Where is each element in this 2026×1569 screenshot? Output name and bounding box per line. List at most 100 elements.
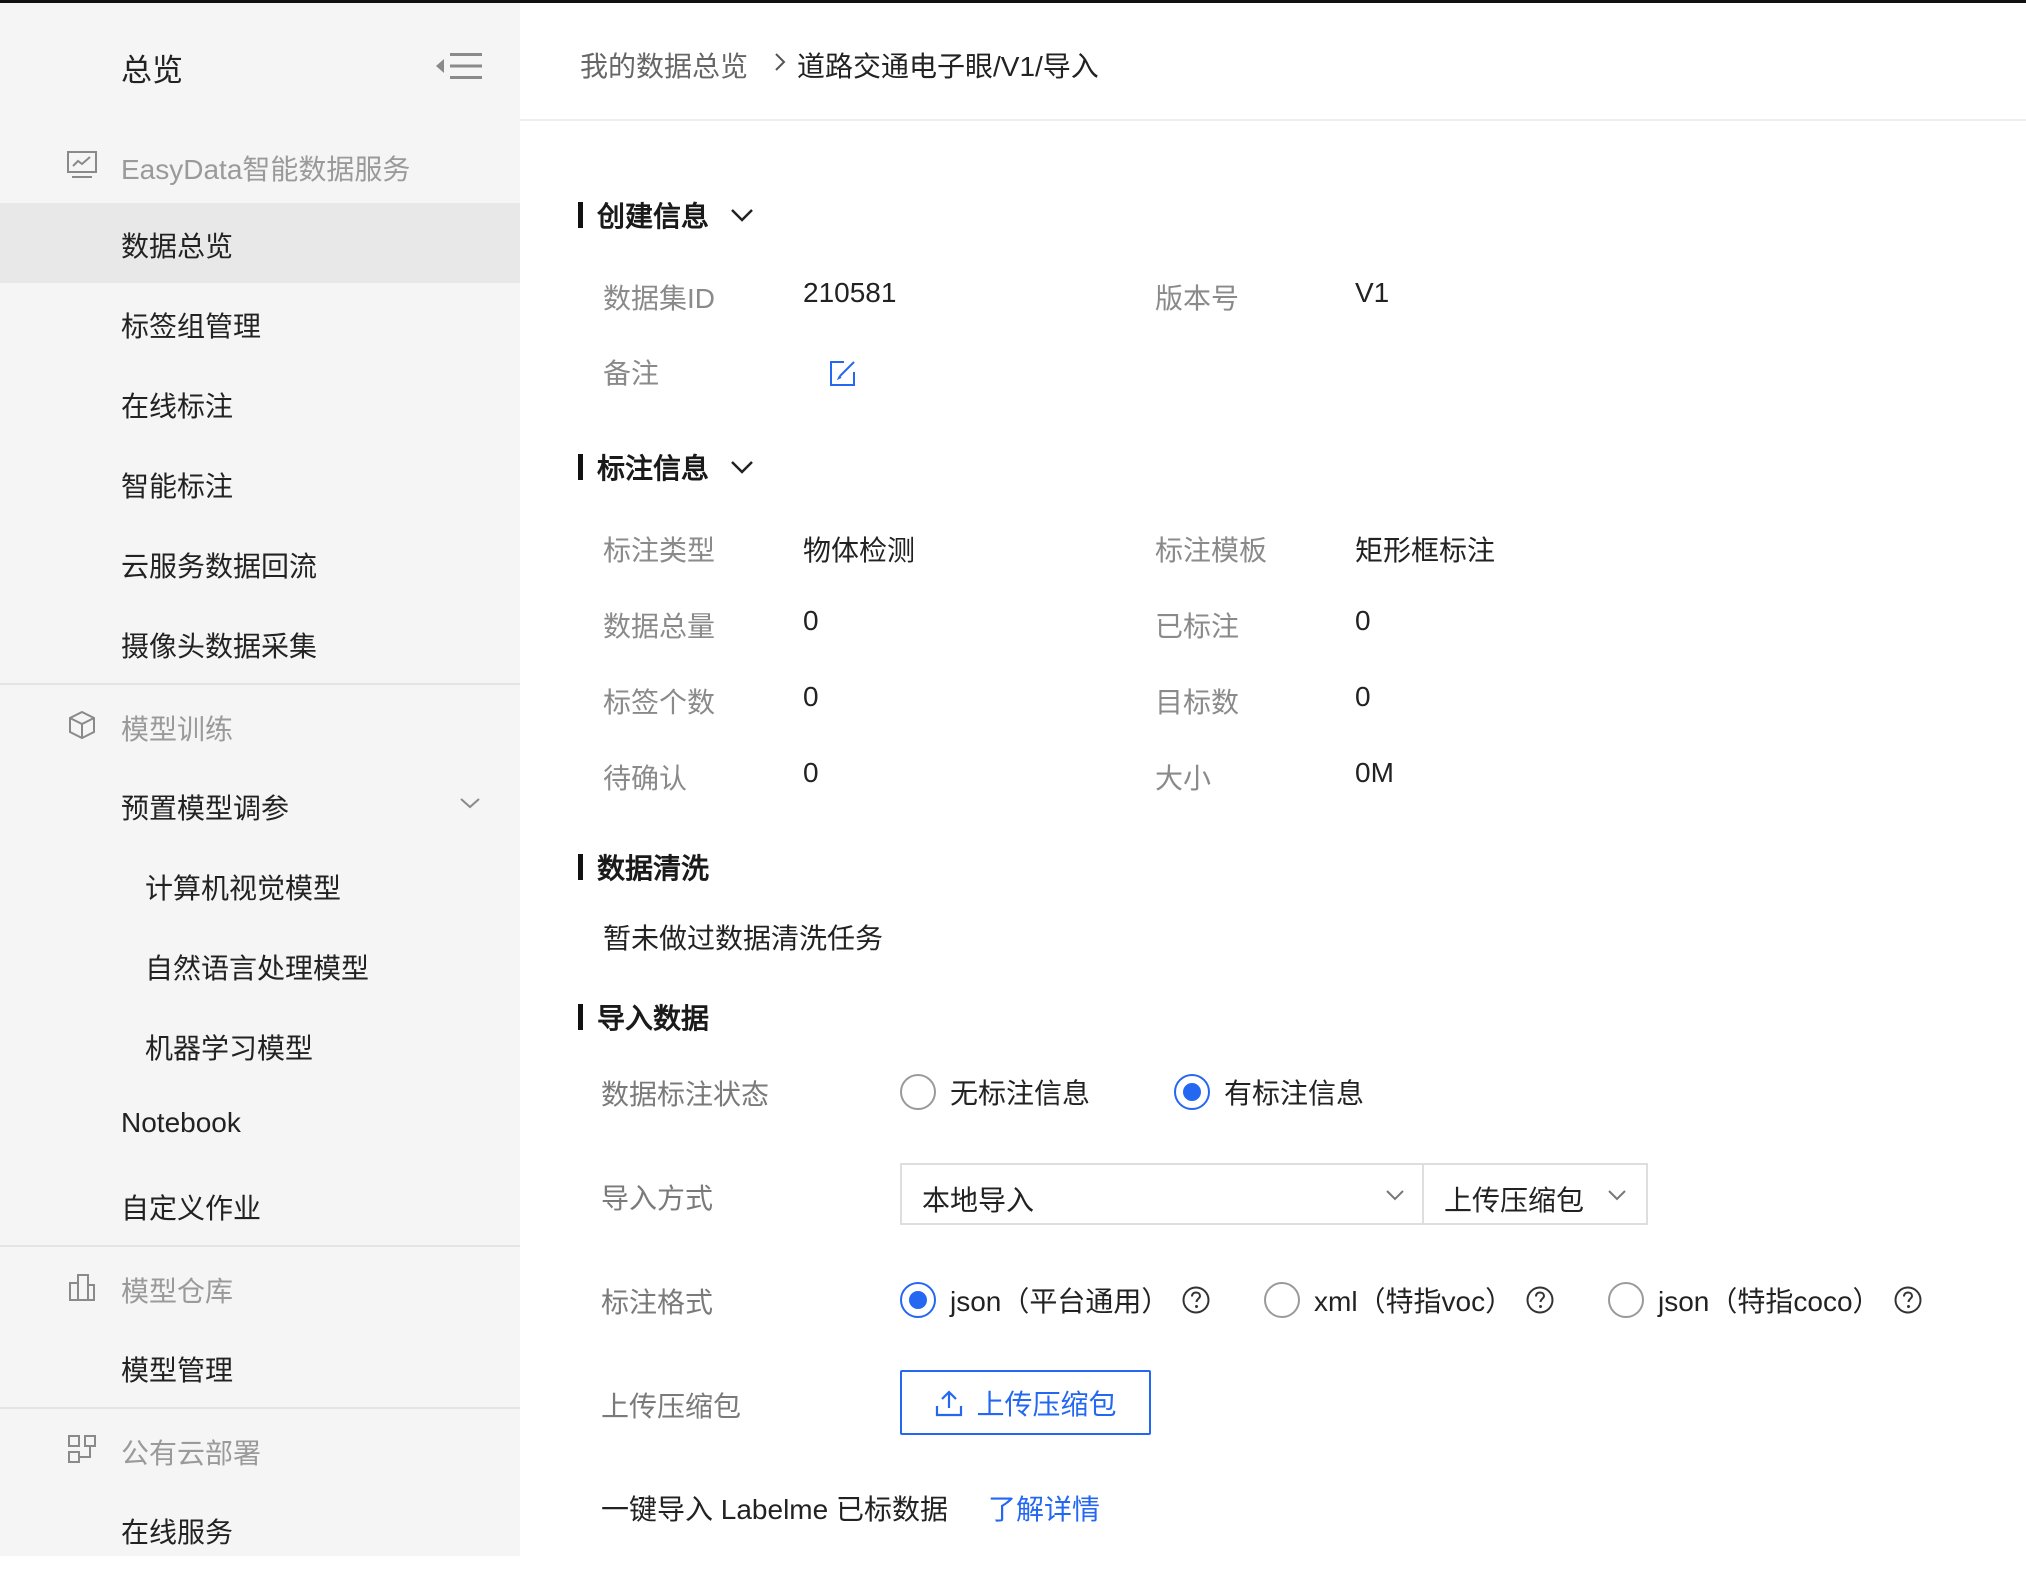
- breadcrumb-parent-link[interactable]: 我的数据总览: [580, 45, 748, 85]
- chevron-down-icon[interactable]: [729, 458, 755, 476]
- sidebar-item-cv-model[interactable]: 计算机视觉模型: [0, 845, 520, 925]
- section-marker: [578, 1004, 583, 1030]
- radio-circle[interactable]: [900, 1282, 936, 1318]
- sidebar-item-label: 摄像头数据采集: [121, 631, 318, 662]
- radio-circle[interactable]: [900, 1074, 936, 1110]
- sidebar: 总览 EasyData智能数据服务 数据总览 标签组管理 在线标注 智能标注 云…: [0, 3, 520, 1556]
- sidebar-title: 总览: [121, 53, 183, 88]
- sidebar-item-notebook[interactable]: Notebook: [0, 1085, 520, 1165]
- size-label: 大小: [1155, 763, 1212, 794]
- import-method-label: 导入方式: [601, 1183, 714, 1214]
- sidebar-item-online-label[interactable]: 在线标注: [0, 363, 520, 443]
- upload-type-select[interactable]: 上传压缩包: [1422, 1163, 1648, 1225]
- breadcrumb: 我的数据总览 道路交通电子眼/V1/导入: [520, 3, 2026, 121]
- section-title: 标注信息: [597, 453, 710, 484]
- sidebar-group-public-cloud: 公有云部署: [0, 1409, 520, 1489]
- sidebar-group-easydata: EasyData智能数据服务: [0, 125, 520, 205]
- sidebar-item-label: 在线服务: [121, 1517, 234, 1548]
- sidebar-item-online-service[interactable]: 在线服务: [0, 1489, 520, 1569]
- sidebar-group-label: EasyData智能数据服务: [121, 154, 411, 185]
- radio-has-label-info[interactable]: 有标注信息: [1174, 1072, 1364, 1112]
- edit-icon[interactable]: [828, 358, 858, 388]
- radio-circle[interactable]: [1608, 1282, 1644, 1318]
- cube-icon: [69, 710, 95, 740]
- radio-format-json-coco[interactable]: json（特指coco）: [1608, 1280, 1923, 1320]
- sidebar-item-preset-tuning[interactable]: 预置模型调参: [0, 765, 520, 845]
- cleaning-empty-text: 暂未做过数据清洗任务: [603, 923, 884, 954]
- help-icon[interactable]: [1525, 1285, 1555, 1315]
- label-status-label: 数据标注状态: [601, 1079, 770, 1110]
- size-value: 0M: [1355, 757, 1394, 788]
- section-marker: [578, 202, 583, 228]
- section-title: 导入数据: [597, 1003, 710, 1034]
- radio-format-xml-voc[interactable]: xml（特指voc）: [1264, 1280, 1555, 1320]
- radio-format-json-platform[interactable]: json（平台通用）: [900, 1280, 1211, 1320]
- collapse-menu-icon[interactable]: [432, 49, 484, 83]
- chevron-down-icon: [1386, 1190, 1404, 1201]
- label-template-value: 矩形框标注: [1355, 535, 1496, 566]
- chevron-down-icon[interactable]: [729, 206, 755, 224]
- section-marker: [578, 454, 583, 480]
- sidebar-item-data-overview[interactable]: 数据总览: [0, 203, 520, 283]
- data-total-label: 数据总量: [603, 611, 716, 642]
- sidebar-item-smart-label[interactable]: 智能标注: [0, 443, 520, 523]
- chevron-down-icon: [1608, 1190, 1626, 1201]
- labelme-import-text: 一键导入 Labelme 已标数据: [601, 1494, 948, 1525]
- learn-more-link[interactable]: 了解详情: [988, 1488, 1100, 1528]
- section-create-info: 创建信息: [578, 197, 755, 233]
- sidebar-item-ml-model[interactable]: 机器学习模型: [0, 1005, 520, 1085]
- sidebar-item-label: 云服务数据回流: [121, 551, 318, 582]
- sidebar-item-label: 模型管理: [121, 1355, 234, 1386]
- sidebar-item-custom-job[interactable]: 自定义作业: [0, 1165, 520, 1245]
- upload-package-button[interactable]: 上传压缩包: [900, 1370, 1151, 1435]
- import-method-select[interactable]: 本地导入: [900, 1163, 1424, 1225]
- label-type-value: 物体检测: [803, 535, 916, 566]
- pending-value: 0: [803, 757, 819, 788]
- sidebar-item-nlp-model[interactable]: 自然语言处理模型: [0, 925, 520, 1005]
- radio-circle[interactable]: [1174, 1074, 1210, 1110]
- section-label-info: 标注信息: [578, 449, 755, 485]
- radio-label: json（特指coco）: [1658, 1286, 1881, 1317]
- section-marker: [578, 854, 583, 880]
- sidebar-group-model-repo: 模型仓库: [0, 1247, 520, 1327]
- dataset-id-value: 210581: [803, 277, 897, 308]
- help-icon[interactable]: [1181, 1285, 1211, 1315]
- label-format-label: 标注格式: [601, 1287, 714, 1318]
- sidebar-item-label: 数据总览: [121, 231, 234, 262]
- sidebar-item-cloud-backflow[interactable]: 云服务数据回流: [0, 523, 520, 603]
- note-label: 备注: [603, 358, 660, 389]
- label-template-label: 标注模板: [1155, 535, 1268, 566]
- sidebar-item-label: 自然语言处理模型: [145, 953, 370, 984]
- help-icon[interactable]: [1893, 1285, 1923, 1315]
- sidebar-item-label-group[interactable]: 标签组管理: [0, 283, 520, 363]
- building-icon: [69, 1274, 95, 1301]
- pending-label: 待确认: [603, 763, 688, 794]
- section-title: 创建信息: [597, 201, 710, 232]
- radio-no-label-info[interactable]: 无标注信息: [900, 1072, 1090, 1112]
- radio-label: xml（特指voc）: [1314, 1286, 1514, 1317]
- radio-label: json（平台通用）: [950, 1286, 1170, 1317]
- section-cleaning: 数据清洗: [578, 849, 709, 885]
- tag-count-label: 标签个数: [603, 687, 716, 718]
- sidebar-header: 总览: [0, 3, 520, 121]
- upload-button-label: 上传压缩包: [976, 1388, 1117, 1420]
- section-import: 导入数据: [578, 999, 709, 1035]
- data-total-value: 0: [803, 605, 819, 636]
- upload-package-label: 上传压缩包: [601, 1391, 742, 1422]
- version-value: V1: [1355, 277, 1390, 308]
- label-type-label: 标注类型: [603, 535, 716, 566]
- upload-type-value: 上传压缩包: [1444, 1185, 1585, 1216]
- sidebar-item-label: 标签组管理: [121, 311, 262, 342]
- sidebar-item-label: Notebook: [121, 1107, 241, 1138]
- radio-circle[interactable]: [1264, 1282, 1300, 1318]
- dataset-id-label: 数据集ID: [603, 283, 716, 314]
- tag-count-value: 0: [803, 681, 819, 712]
- sidebar-group-label: 公有云部署: [121, 1438, 262, 1469]
- sidebar-item-label: 智能标注: [121, 471, 234, 502]
- sidebar-item-label: 预置模型调参: [121, 793, 290, 824]
- labeled-label: 已标注: [1155, 611, 1240, 642]
- sidebar-item-camera-collect[interactable]: 摄像头数据采集: [0, 603, 520, 683]
- sidebar-item-model-manage[interactable]: 模型管理: [0, 1327, 520, 1407]
- sidebar-group-label: 模型仓库: [121, 1276, 234, 1307]
- section-title: 数据清洗: [597, 853, 710, 884]
